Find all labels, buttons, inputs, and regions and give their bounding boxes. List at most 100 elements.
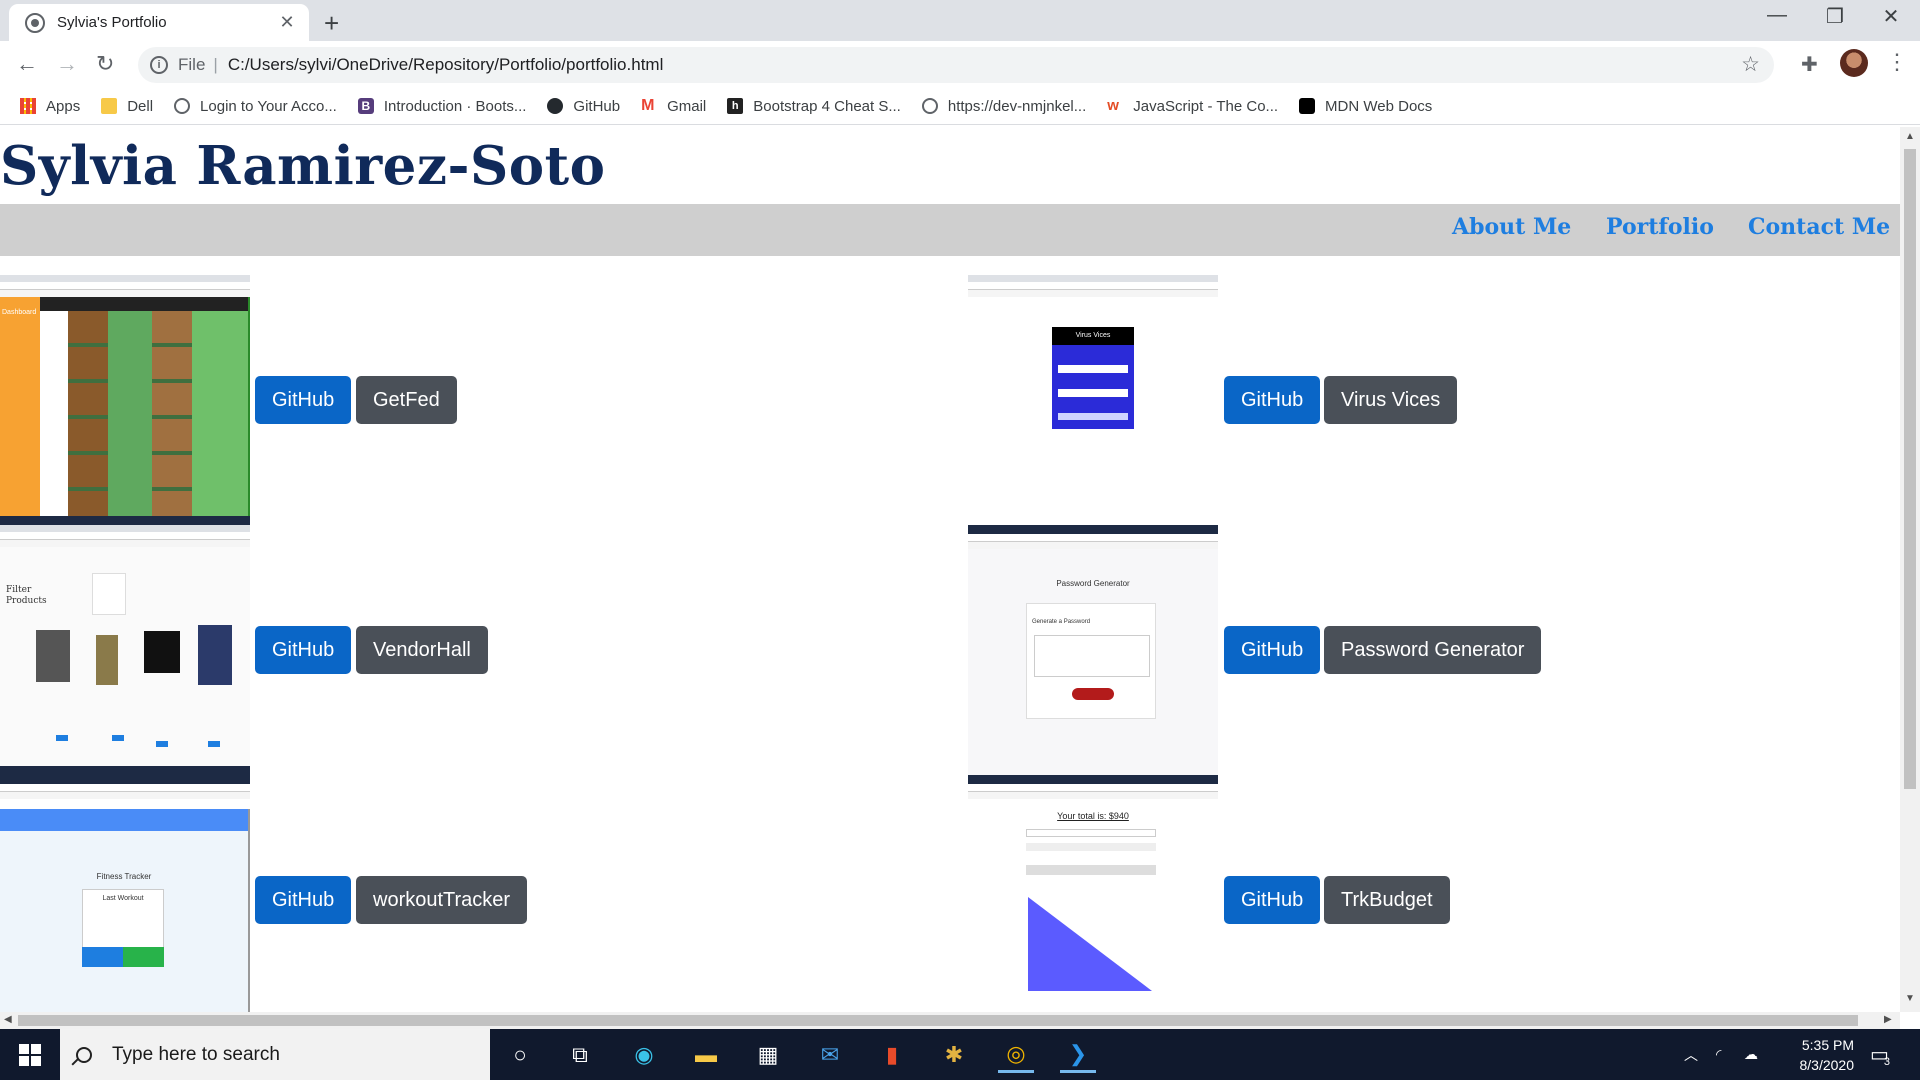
- project-row: Fitness Tracker Last Workout GitHub work…: [0, 775, 1900, 1012]
- cortana-icon[interactable]: ○: [502, 1037, 538, 1073]
- getfed-brand-text: Dashboard: [2, 309, 37, 316]
- bookmark-dell[interactable]: Dell: [101, 98, 153, 115]
- bookmark-apps[interactable]: Apps: [20, 98, 80, 115]
- back-icon[interactable]: ←: [16, 51, 38, 77]
- virus-vices-title-text: Virus Vices: [1052, 327, 1134, 345]
- notification-icon[interactable]: ▭ 3: [1870, 1029, 1890, 1080]
- getfed-github-button[interactable]: GitHub: [255, 376, 352, 424]
- address-bar[interactable]: i File | C:/Users/sylvi/OneDrive/Reposit…: [138, 47, 1774, 83]
- workout-tracker-github-button[interactable]: GitHub: [255, 876, 352, 924]
- horizontal-scrollbar[interactable]: ◀ ▶: [0, 1012, 1900, 1029]
- task-view-icon[interactable]: ⧉: [562, 1037, 598, 1073]
- bookmark-javascript[interactable]: w JavaScript - The Co...: [1107, 98, 1278, 115]
- vendorhall-github-button[interactable]: GitHub: [255, 626, 352, 674]
- workout-tracker-screenshot: Fitness Tracker Last Workout: [0, 775, 250, 1012]
- password-title-text: Password Generator: [1056, 579, 1130, 588]
- notification-count: 3: [1883, 1055, 1891, 1068]
- close-tab-icon[interactable]: ✕: [277, 12, 297, 33]
- nav-contact-me[interactable]: Contact Me: [1748, 214, 1890, 240]
- browser-tab-strip: Sylvia's Portfolio ✕ + — ❐ ✕: [0, 0, 1920, 41]
- profile-avatar[interactable]: [1840, 49, 1868, 77]
- chrome-menu-icon[interactable]: ⋮: [1886, 49, 1908, 75]
- windows-start-icon[interactable]: [0, 1029, 60, 1080]
- taskbar-search[interactable]: Type here to search: [60, 1029, 490, 1080]
- office-icon[interactable]: ▮: [874, 1037, 910, 1073]
- chrome-icon[interactable]: ◎: [998, 1037, 1034, 1073]
- onedrive-icon[interactable]: ☁: [1744, 1029, 1758, 1080]
- clock-date: 8/3/2020: [1799, 1057, 1855, 1073]
- trkbudget-screenshot: Your total is: $940: [968, 775, 1218, 1012]
- vscode-icon[interactable]: ❯: [1060, 1037, 1096, 1073]
- clock-time: 5:35 PM: [1801, 1037, 1854, 1053]
- edge-icon[interactable]: ◉: [626, 1037, 662, 1073]
- password-generator-project-button[interactable]: Password Generator: [1324, 626, 1542, 674]
- tray-chevron-icon[interactable]: ︿: [1684, 1029, 1698, 1080]
- globe-icon: [174, 98, 191, 114]
- reload-icon[interactable]: ↻: [96, 51, 114, 77]
- password-generator-screenshot: Password Generator Generate a Password: [968, 525, 1218, 775]
- vertical-scrollbar[interactable]: ▲ ▼: [1900, 127, 1920, 1012]
- globe-icon: [25, 12, 45, 33]
- tab-title: Sylvia's Portfolio: [57, 14, 167, 31]
- mail-icon[interactable]: ✉: [812, 1037, 848, 1073]
- slack-icon[interactable]: ✱: [936, 1037, 972, 1073]
- vertical-scroll-thumb[interactable]: [1904, 149, 1916, 789]
- w3-icon: w: [1107, 97, 1119, 114]
- store-icon[interactable]: ▦: [750, 1037, 786, 1073]
- extensions-puzzle-icon[interactable]: ✚: [1801, 52, 1818, 77]
- bookmark-bootstrap-cheatsheet[interactable]: h Bootstrap 4 Cheat S...: [727, 98, 901, 115]
- bookmark-gmail[interactable]: M Gmail: [641, 98, 706, 115]
- virus-vices-project-button[interactable]: Virus Vices: [1324, 376, 1458, 424]
- bootstrap-icon: B: [357, 98, 374, 114]
- horizontal-scroll-thumb[interactable]: [18, 1015, 1858, 1026]
- scroll-right-icon[interactable]: ▶: [1884, 1014, 1892, 1025]
- close-window-icon[interactable]: ✕: [1862, 4, 1920, 29]
- maximize-icon[interactable]: ❐: [1806, 4, 1864, 29]
- bookmark-login[interactable]: Login to Your Acco...: [174, 98, 337, 115]
- trkbudget-github-button[interactable]: GitHub: [1224, 876, 1321, 924]
- minimize-icon[interactable]: —: [1748, 4, 1806, 27]
- new-tab-button[interactable]: +: [324, 8, 339, 39]
- network-icon[interactable]: ◜: [1716, 1029, 1721, 1080]
- bookmark-github[interactable]: GitHub: [547, 98, 620, 115]
- password-generator-github-button[interactable]: GitHub: [1224, 626, 1321, 674]
- password-card-text: Generate a Password: [1032, 619, 1091, 625]
- vendorhall-project-button[interactable]: VendorHall: [356, 626, 488, 674]
- project-row: Filter Products GitHub VendorHall Passwo…: [0, 525, 1900, 775]
- info-icon[interactable]: i: [150, 56, 168, 74]
- project-row: Dashboard GitHub GetFed Virus Vices GitH…: [0, 275, 1900, 525]
- folder-icon: [101, 98, 118, 114]
- bookmark-dev-link[interactable]: https://dev-nmjnkel...: [921, 98, 1086, 115]
- getfed-project-button[interactable]: GetFed: [356, 376, 457, 424]
- bookmark-mdn[interactable]: MDN Web Docs: [1299, 98, 1432, 115]
- globe-icon: [921, 98, 938, 114]
- site-navbar: About Me Portfolio Contact Me: [0, 204, 1900, 256]
- url-text[interactable]: C:/Users/sylvi/OneDrive/Repository/Portf…: [228, 55, 664, 75]
- forward-icon[interactable]: →: [56, 51, 78, 77]
- scroll-up-icon[interactable]: ▲: [1905, 131, 1915, 142]
- system-clock[interactable]: 5:35 PM 8/3/2020: [1764, 1035, 1855, 1075]
- nav-portfolio[interactable]: Portfolio: [1606, 214, 1714, 240]
- bookmark-bootstrap-intro[interactable]: B Introduction · Boots...: [357, 98, 526, 115]
- bookmark-star-icon[interactable]: ☆: [1741, 52, 1760, 77]
- virus-vices-screenshot: Virus Vices: [968, 275, 1218, 525]
- scroll-down-icon[interactable]: ▼: [1905, 993, 1915, 1004]
- browser-toolbar: ← → ↻ i File | C:/Users/sylvi/OneDrive/R…: [0, 41, 1920, 88]
- nav-about-me[interactable]: About Me: [1452, 214, 1571, 240]
- github-icon: [547, 98, 564, 114]
- gmail-icon: M: [641, 97, 655, 114]
- file-explorer-icon[interactable]: ▬: [688, 1037, 724, 1073]
- page-viewport: Sylvia Ramirez-Soto About Me Portfolio C…: [0, 127, 1900, 1012]
- workout-tracker-project-button[interactable]: workoutTracker: [356, 876, 528, 924]
- apps-grid-icon: [20, 98, 36, 114]
- workout-card-text: Last Workout: [102, 895, 144, 902]
- scroll-left-icon[interactable]: ◀: [4, 1014, 12, 1025]
- getfed-screenshot: Dashboard: [0, 275, 250, 525]
- budget-total-text: Your total is: $940: [1057, 811, 1129, 821]
- mdn-icon: [1299, 98, 1316, 114]
- vendorhall-screenshot: Filter Products: [0, 525, 250, 775]
- browser-tab[interactable]: Sylvia's Portfolio ✕: [9, 4, 309, 41]
- virus-vices-github-button[interactable]: GitHub: [1224, 376, 1321, 424]
- trkbudget-project-button[interactable]: TrkBudget: [1324, 876, 1450, 924]
- search-placeholder: Type here to search: [112, 1043, 280, 1065]
